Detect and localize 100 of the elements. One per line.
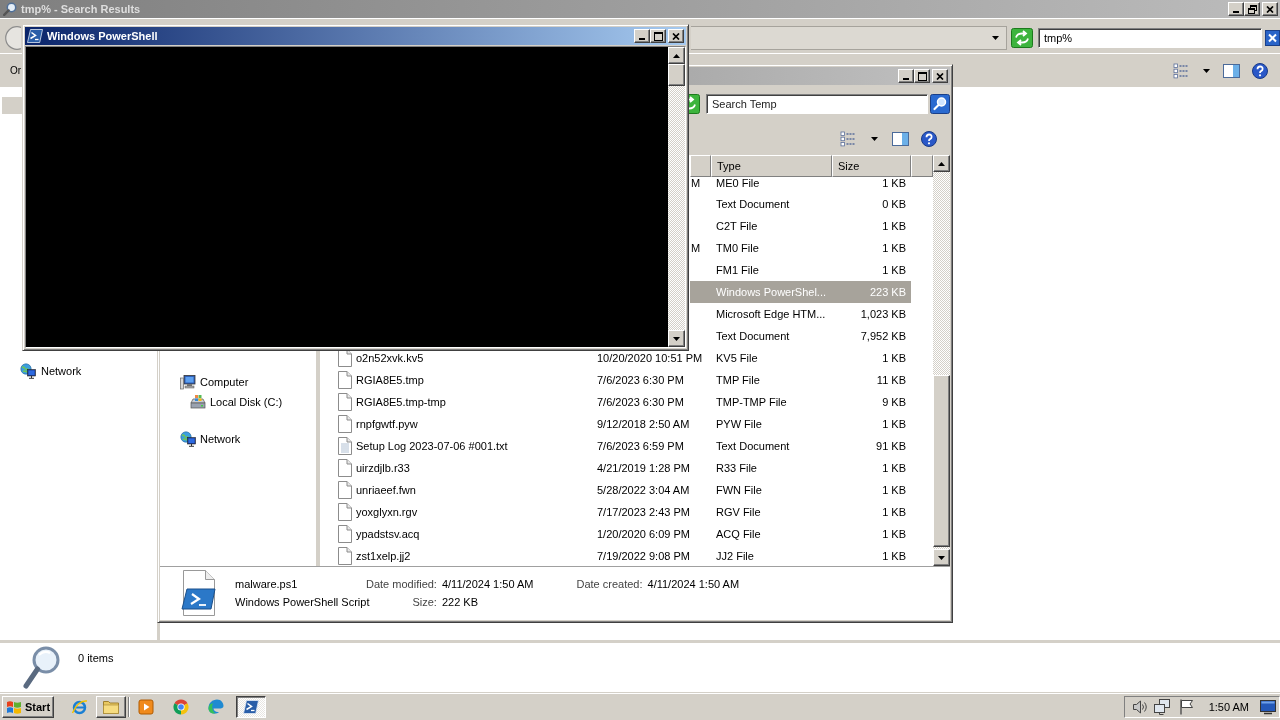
help-icon[interactable] [921, 131, 937, 147]
date-modified: 7/6/2023 6:30 PM [597, 374, 684, 386]
column-header[interactable]: Type [711, 155, 832, 177]
caret-icon[interactable] [992, 35, 999, 40]
restore-button[interactable] [1244, 2, 1260, 16]
taskbar-button[interactable] [236, 696, 266, 718]
file-type: FWN File [716, 484, 762, 496]
file-row[interactable]: FM1 File 1 KB [690, 259, 911, 281]
file-row[interactable]: rnpfgwtf.pyw 9/12/2018 2:50 AM PYW File 1 KB [320, 413, 911, 435]
file-name: malware.ps1 [235, 578, 298, 590]
file-row[interactable]: uirzdjlb.r33 4/21/2019 1:28 PM R33 File 1 KB [320, 457, 911, 479]
scrollbar-thumb[interactable] [668, 64, 685, 86]
minimize-button[interactable] [898, 69, 914, 83]
close-icon [936, 72, 944, 80]
file-type: JJ2 File [716, 550, 754, 562]
file-row[interactable]: M TM0 File 1 KB [690, 237, 911, 259]
file-size: 1 KB [882, 177, 906, 189]
play-icon [138, 699, 154, 715]
file-icon [338, 415, 352, 433]
scroll-down-button[interactable] [933, 549, 950, 566]
speaker-icon[interactable] [1131, 699, 1148, 715]
scroll-down-button[interactable] [668, 330, 685, 347]
maximize-icon [917, 71, 927, 81]
search-icon [23, 645, 61, 689]
file-row[interactable]: ypadstsv.acq 1/20/2020 6:09 PM ACQ File 1 KB [320, 523, 911, 545]
search-field[interactable]: tmp% [1038, 27, 1262, 48]
arrows-icon[interactable] [1011, 27, 1033, 48]
network-icon[interactable] [1153, 699, 1170, 715]
drive-icon [190, 394, 206, 410]
file-row[interactable]: unriaeef.fwn 5/28/2022 3:04 AM FWN File 1 KB [320, 479, 911, 501]
preview-pane-icon[interactable] [1223, 62, 1240, 79]
close-button[interactable] [932, 69, 948, 83]
views-icon[interactable] [1173, 62, 1189, 79]
file-row[interactable]: Text Document 0 KB [690, 193, 911, 215]
file-type: C2T File [716, 220, 758, 232]
minimize-button[interactable] [1228, 2, 1244, 16]
nav-item[interactable]: Network [180, 431, 241, 447]
file-row[interactable]: Microsoft Edge HTM... 1,023 KB [690, 303, 911, 325]
file-row[interactable]: yoxglyxn.rgv 7/17/2023 2:43 PM RGV File 1 KB [320, 501, 911, 523]
file-row[interactable]: zst1xelp.jj2 7/19/2022 9:08 PM JJ2 File 1 KB [320, 545, 911, 566]
date-modified: 10/20/2020 10:51 PM [597, 352, 703, 364]
terminal-icon [243, 700, 259, 714]
search-field[interactable]: Search Temp [706, 94, 928, 114]
circle-logo-icon [173, 699, 189, 715]
maximize-button[interactable] [914, 69, 930, 83]
scrollbar-thumb[interactable] [933, 375, 950, 547]
file-row[interactable]: Setup Log 2023-07-06 #001.txt 7/6/2023 6:59 PM Text Document 91 KB [320, 435, 911, 457]
file-row[interactable]: M ME0 File 1 KB [690, 177, 911, 193]
scroll-up-button[interactable] [933, 155, 950, 172]
scroll-up-button[interactable] [668, 47, 685, 64]
column-header[interactable]: Size [832, 155, 911, 177]
script-file-icon [179, 570, 219, 616]
flag-icon[interactable] [1177, 699, 1194, 715]
file-icon [338, 459, 352, 477]
file-type: TM0 File [716, 242, 759, 254]
file-row[interactable]: RGIA8E5.tmp 7/6/2023 6:30 PM TMP File 11 KB [320, 369, 911, 391]
column-header[interactable] [690, 155, 711, 177]
desktop-icon[interactable] [1260, 699, 1276, 715]
detail-value: 222 KB [441, 596, 479, 608]
preview-pane-icon[interactable] [892, 131, 909, 147]
date-modified: 7/6/2023 6:59 PM [597, 440, 684, 452]
search-icon[interactable] [930, 94, 950, 114]
restore-icon [1247, 4, 1257, 14]
date-modified: 4/21/2019 1:28 PM [597, 462, 690, 474]
item-count: 0 items [78, 652, 114, 664]
help-icon[interactable] [1252, 62, 1268, 79]
file-name: Setup Log 2023-07-06 #001.txt [356, 440, 508, 452]
file-size: 1 KB [882, 352, 906, 364]
file-type: TMP-TMP File [716, 396, 787, 408]
file-icon [338, 503, 352, 521]
file-type: RGV File [716, 506, 761, 518]
date-modified: 5/28/2022 3:04 AM [597, 484, 690, 496]
views-icon[interactable] [840, 131, 856, 147]
file-size: 11 KB [876, 374, 906, 386]
start-button[interactable]: Start [2, 696, 54, 718]
caret-icon[interactable] [1203, 68, 1210, 73]
close-button[interactable] [668, 29, 684, 43]
file-type: Text Document [716, 330, 790, 342]
file-row[interactable]: Text Document 7,952 KB [690, 325, 911, 347]
close-icon[interactable] [1265, 29, 1280, 46]
file-size: 1 KB [882, 506, 906, 518]
nav-item[interactable]: Local Disk (C:) [190, 394, 283, 410]
close-button[interactable] [1262, 2, 1278, 16]
text-file-icon [338, 437, 352, 455]
nav-item[interactable]: Network [20, 361, 82, 381]
file-size: 223 KB [869, 286, 906, 298]
detail-value: 4/11/2024 1:50 AM [647, 578, 740, 590]
file-size: 1 KB [882, 528, 906, 540]
caret-icon[interactable] [871, 137, 878, 141]
nav-item[interactable]: Computer [180, 374, 249, 390]
minimize-button[interactable] [634, 29, 650, 43]
back-button[interactable] [4, 25, 21, 50]
detail-label: Date created: [576, 578, 643, 590]
file-row[interactable]: RGIA8E5.tmp-tmp 7/6/2023 6:30 PM TMP-TMP File 9 KB [320, 391, 911, 413]
file-type: PYW File [716, 418, 762, 430]
caret-down-icon [673, 336, 680, 341]
minimize-icon [903, 78, 909, 80]
maximize-button[interactable] [650, 29, 666, 43]
file-row[interactable]: C2T File 1 KB [690, 215, 911, 237]
organize-menu[interactable]: Or [6, 60, 22, 81]
